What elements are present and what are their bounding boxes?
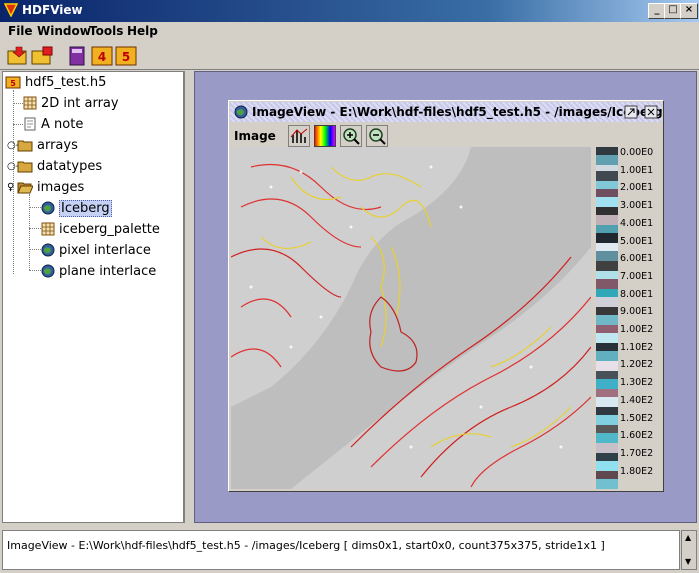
palette-labels: 0.00E0 1.00E1 2.00E1 3.00E1 4.00E1 5.00E1 6.00… <box>620 147 664 489</box>
tree-item-label: iceberg_palette <box>59 221 160 237</box>
folder-icon <box>17 140 33 152</box>
status-text: ImageView - E:\Work\hdf-files\hdf5_test.… <box>7 539 605 552</box>
image-view-window: ImageView - E:\Work\hdf-files\hdf5_test.… <box>228 100 664 492</box>
palette-tick-label: 1.20E2 <box>620 359 654 371</box>
collapse-toggle-icon[interactable]: ♀ <box>7 182 17 193</box>
histogram-icon[interactable] <box>288 125 310 147</box>
folder-open-icon <box>17 182 33 194</box>
palette-colorbar <box>596 147 618 489</box>
palette-tick-label: 1.70E2 <box>620 447 654 459</box>
zoom-in-icon[interactable] <box>340 125 362 147</box>
folder-icon <box>17 161 33 173</box>
menu-help[interactable]: Help <box>127 24 158 38</box>
close-icon[interactable] <box>644 105 658 119</box>
palette-tick-label: 1.30E2 <box>620 377 654 389</box>
tree-item-pixel-interlace[interactable]: pixel interlace <box>41 240 151 260</box>
tree-item-a-note[interactable]: A note <box>23 114 83 134</box>
iceberg-image[interactable] <box>231 147 591 489</box>
expand-toggle-icon[interactable]: ○- <box>7 161 19 172</box>
image-menu-label[interactable]: Image <box>234 129 276 143</box>
tree-item-arrays[interactable]: ○- arrays <box>7 135 78 155</box>
title-bar: HDFView _ □ × <box>0 0 699 22</box>
tree-item-datatypes[interactable]: ○- datatypes <box>7 156 102 176</box>
image-view-title: ImageView - E:\Work\hdf-files\hdf5_test.… <box>252 105 663 119</box>
palette-tick-label: 9.00E1 <box>620 306 654 318</box>
tree-item-label: 2D int array <box>41 95 119 111</box>
hdf4-library-icon[interactable]: 4 <box>90 44 114 68</box>
tree-item-iceberg-palette[interactable]: iceberg_palette <box>41 219 160 239</box>
tree-item-2d-int-array[interactable]: 2D int array <box>23 93 119 113</box>
scroll-down-icon[interactable]: ▼ <box>685 557 691 566</box>
tree-item-label: A note <box>41 116 84 132</box>
window-title: HDFView <box>22 3 83 17</box>
palette-tick-label: 1.60E2 <box>620 430 654 442</box>
palette-tick-label: 2.00E1 <box>620 182 654 194</box>
image-icon <box>234 105 248 119</box>
palette-tick-label: 1.50E2 <box>620 412 654 424</box>
tree-root[interactable]: 5 hdf5_test.h5 <box>5 72 106 92</box>
hdfview-app-icon <box>4 3 18 17</box>
splitter-bar[interactable] <box>184 71 192 523</box>
image-icon <box>41 201 55 215</box>
image-icon <box>41 243 55 257</box>
tree-item-label: pixel interlace <box>59 242 151 258</box>
close-button[interactable]: × <box>680 3 698 19</box>
zoom-out-icon[interactable] <box>366 125 388 147</box>
tree-item-label: arrays <box>37 137 78 153</box>
palette-icon <box>41 222 55 236</box>
scroll-up-icon[interactable]: ▲ <box>685 533 691 542</box>
tree-item-label: plane interlace <box>59 263 157 279</box>
status-panel: ImageView - E:\Work\hdf-files\hdf5_test.… <box>2 530 680 570</box>
help-book-icon[interactable] <box>66 44 90 68</box>
palette-tick-label: 1.40E2 <box>620 394 654 406</box>
palette-tick-label: 1.00E1 <box>620 164 654 176</box>
menu-tools[interactable]: Tools <box>89 24 123 38</box>
svg-text:4: 4 <box>98 50 106 64</box>
expand-toggle-icon[interactable]: ○- <box>7 140 19 151</box>
palette-tick-label: 1.80E2 <box>620 465 654 477</box>
tree-item-label: images <box>37 179 85 195</box>
image-view-toolbar: Image <box>230 123 662 149</box>
status-scrollbar[interactable]: ▲ ▼ <box>681 530 697 570</box>
palette-tick-label: 1.10E2 <box>620 341 654 353</box>
dataset-icon <box>23 96 37 110</box>
palette-tick-label: 0.00E0 <box>620 147 654 158</box>
maximize-icon[interactable] <box>624 105 638 119</box>
close-file-icon[interactable] <box>30 44 54 68</box>
palette-bar-icon[interactable] <box>314 125 336 147</box>
tree-item-plane-interlace[interactable]: plane interlace <box>41 261 156 281</box>
palette-tick-label: 5.00E1 <box>620 235 654 247</box>
palette-tick-label: 6.00E1 <box>620 253 654 265</box>
palette-tick-label: 1.00E2 <box>620 324 654 335</box>
image-view-title-bar[interactable]: ImageView - E:\Work\hdf-files\hdf5_test.… <box>230 102 663 122</box>
svg-text:5: 5 <box>122 50 130 64</box>
hdf5-library-icon[interactable]: 5 <box>114 44 138 68</box>
palette-tick-label: 4.00E1 <box>620 217 654 229</box>
svg-text:5: 5 <box>10 79 16 88</box>
tree-item-label: Iceberg <box>59 199 112 217</box>
palette-tick-label: 3.00E1 <box>620 200 654 212</box>
menu-window[interactable]: Window <box>37 24 91 38</box>
palette-tick-label: 8.00E1 <box>620 288 654 300</box>
tree-item-label: datatypes <box>37 158 103 174</box>
tree-item-iceberg[interactable]: Iceberg <box>41 198 112 218</box>
tree-item-images[interactable]: ♀ images <box>7 177 84 197</box>
hdf-file-icon: 5 <box>5 76 21 89</box>
menu-file[interactable]: File <box>8 24 33 38</box>
image-icon <box>41 264 55 278</box>
file-tree: 5 hdf5_test.h5 2D int array A note ○- ar… <box>2 71 184 523</box>
main-toolbar: 4 5 <box>0 42 699 70</box>
palette-tick-label: 7.00E1 <box>620 270 654 282</box>
note-icon <box>24 117 36 131</box>
tree-root-label: hdf5_test.h5 <box>25 74 107 90</box>
open-file-icon[interactable] <box>6 44 30 68</box>
menu-bar: File Window Tools Help <box>0 22 699 42</box>
